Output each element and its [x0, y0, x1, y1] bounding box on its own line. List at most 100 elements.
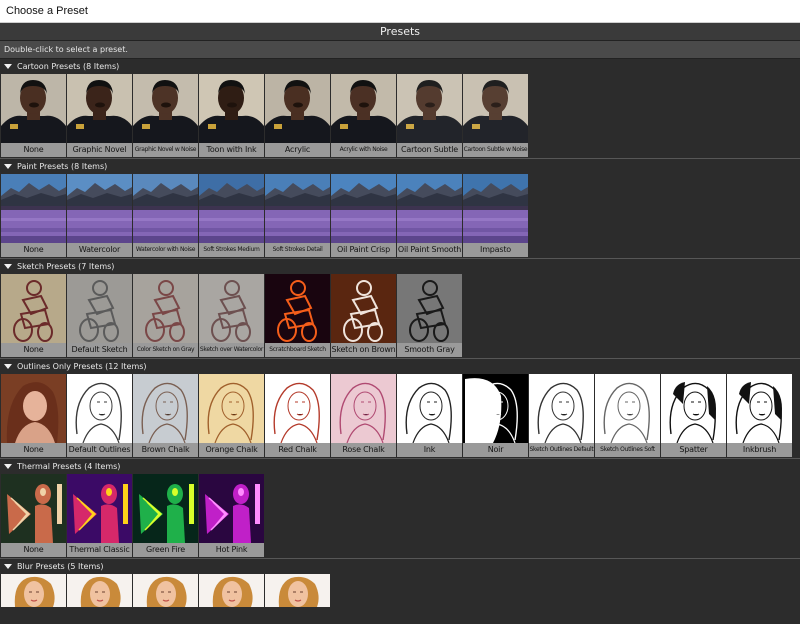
instruction-hint: Double-click to select a preset.: [0, 41, 800, 59]
preset-label: Smooth Gray: [397, 343, 462, 357]
preset-tile[interactable]: Inkbrush: [727, 374, 792, 457]
preset-label: Impasto: [463, 243, 528, 257]
preset-thumbnail: [463, 174, 528, 243]
preset-thumbnail: [397, 274, 462, 343]
preset-tile[interactable]: Ink: [397, 374, 462, 457]
preset-tile[interactable]: Soft Strokes Medium: [199, 174, 264, 257]
section-header-blur[interactable]: Blur Presets (5 Items): [0, 559, 800, 574]
preset-tile[interactable]: None: [1, 174, 66, 257]
preset-thumbnail: [133, 474, 198, 543]
section-header-outlines[interactable]: Outlines Only Presets (12 Items): [0, 359, 800, 374]
preset-thumbnail: [199, 574, 264, 607]
preset-label: Soft Strokes Medium: [199, 243, 264, 257]
preset-tile[interactable]: None: [1, 374, 66, 457]
preset-thumbnail: [133, 574, 198, 607]
preset-tile[interactable]: Scratchboard Sketch: [265, 274, 330, 357]
preset-thumbnail: [1, 274, 66, 343]
preset-tile[interactable]: [67, 574, 132, 607]
preset-grid-outlines: None Default Outlines Brown Chalk Orange Ch…: [0, 374, 800, 457]
preset-tile[interactable]: Color Sketch on Gray: [133, 274, 198, 357]
preset-tile[interactable]: Sketch on Brown: [331, 274, 396, 357]
preset-tile[interactable]: Sketch Outlines Soft: [595, 374, 660, 457]
preset-tile[interactable]: [199, 574, 264, 607]
preset-thumbnail: [67, 274, 132, 343]
preset-tile[interactable]: Graphic Novel w Noise: [133, 74, 198, 157]
preset-tile[interactable]: Hot Pink: [199, 474, 264, 557]
preset-tile[interactable]: Sketch Outlines Default: [529, 374, 594, 457]
preset-tile[interactable]: Orange Chalk: [199, 374, 264, 457]
preset-tile[interactable]: None: [1, 274, 66, 357]
preset-thumbnail: [1, 74, 66, 143]
preset-tile[interactable]: Watercolor with Noise: [133, 174, 198, 257]
preset-label: Acrylic with Noise: [331, 143, 396, 157]
section-title: Cartoon Presets (8 Items): [17, 62, 120, 71]
collapse-triangle-icon[interactable]: [4, 364, 12, 369]
preset-label: Watercolor: [67, 243, 132, 257]
preset-label: None: [1, 243, 66, 257]
preset-label: Spatter: [661, 443, 726, 457]
preset-tile[interactable]: Noir: [463, 374, 528, 457]
preset-tile[interactable]: Brown Chalk: [133, 374, 198, 457]
preset-tile[interactable]: Green Fire: [133, 474, 198, 557]
section-title: Paint Presets (8 Items): [17, 162, 108, 171]
preset-label: Red Chalk: [265, 443, 330, 457]
preset-label: Watercolor with Noise: [133, 243, 198, 257]
preset-tile[interactable]: [265, 574, 330, 607]
preset-tile[interactable]: Cartoon Subtle: [397, 74, 462, 157]
section-title: Thermal Presets (4 Items): [17, 462, 121, 471]
preset-thumbnail: [529, 374, 594, 443]
preset-label: Toon with Ink: [199, 143, 264, 157]
preset-tile[interactable]: Impasto: [463, 174, 528, 257]
preset-label: Thermal Classic: [67, 543, 132, 557]
preset-thumbnail: [265, 74, 330, 143]
preset-thumbnail: [727, 374, 792, 443]
preset-tile[interactable]: None: [1, 74, 66, 157]
section-header-sketch[interactable]: Sketch Presets (7 Items): [0, 259, 800, 274]
preset-tile[interactable]: Cartoon Subtle w Noise: [463, 74, 528, 157]
collapse-triangle-icon[interactable]: [4, 464, 12, 469]
preset-thumbnail: [199, 274, 264, 343]
section-header-paint[interactable]: Paint Presets (8 Items): [0, 159, 800, 174]
preset-thumbnail: [199, 474, 264, 543]
preset-tile[interactable]: Oil Paint Crisp: [331, 174, 396, 257]
preset-tile[interactable]: [1, 574, 66, 607]
preset-thumbnail: [67, 374, 132, 443]
preset-label: Scratchboard Sketch: [265, 343, 330, 357]
preset-grid-thermal: None Thermal Classic Green Fire Hot Pink: [0, 474, 800, 557]
preset-tile[interactable]: Default Sketch: [67, 274, 132, 357]
preset-tile[interactable]: Toon with Ink: [199, 74, 264, 157]
preset-tile[interactable]: Oil Paint Smooth: [397, 174, 462, 257]
section-header-cartoon[interactable]: Cartoon Presets (8 Items): [0, 59, 800, 74]
preset-label: Default Sketch: [67, 343, 132, 357]
preset-tile[interactable]: [133, 574, 198, 607]
section-header-thermal[interactable]: Thermal Presets (4 Items): [0, 459, 800, 474]
preset-tile[interactable]: Acrylic: [265, 74, 330, 157]
preset-label: Sketch Outlines Soft: [595, 443, 660, 457]
collapse-triangle-icon[interactable]: [4, 64, 12, 69]
preset-label: Sketch over Watercolor: [199, 343, 264, 357]
preset-grid-blur: [0, 574, 800, 607]
preset-tile[interactable]: Thermal Classic: [67, 474, 132, 557]
preset-tile[interactable]: Watercolor: [67, 174, 132, 257]
preset-tile[interactable]: Acrylic with Noise: [331, 74, 396, 157]
collapse-triangle-icon[interactable]: [4, 264, 12, 269]
preset-tile[interactable]: Default Outlines: [67, 374, 132, 457]
preset-thumbnail: [1, 374, 66, 443]
preset-tile[interactable]: None: [1, 474, 66, 557]
preset-tile[interactable]: Graphic Novel: [67, 74, 132, 157]
preset-label: None: [1, 543, 66, 557]
preset-tile[interactable]: Soft Strokes Detail: [265, 174, 330, 257]
preset-thumbnail: [331, 374, 396, 443]
preset-thumbnail: [133, 74, 198, 143]
preset-tile[interactable]: Red Chalk: [265, 374, 330, 457]
preset-thumbnail: [463, 374, 528, 443]
collapse-triangle-icon[interactable]: [4, 564, 12, 569]
preset-thumbnail: [331, 74, 396, 143]
preset-label: Oil Paint Smooth: [397, 243, 462, 257]
preset-tile[interactable]: Spatter: [661, 374, 726, 457]
preset-tile[interactable]: Rose Chalk: [331, 374, 396, 457]
preset-tile[interactable]: Smooth Gray: [397, 274, 462, 357]
collapse-triangle-icon[interactable]: [4, 164, 12, 169]
preset-tile[interactable]: Sketch over Watercolor: [199, 274, 264, 357]
preset-thumbnail: [265, 174, 330, 243]
